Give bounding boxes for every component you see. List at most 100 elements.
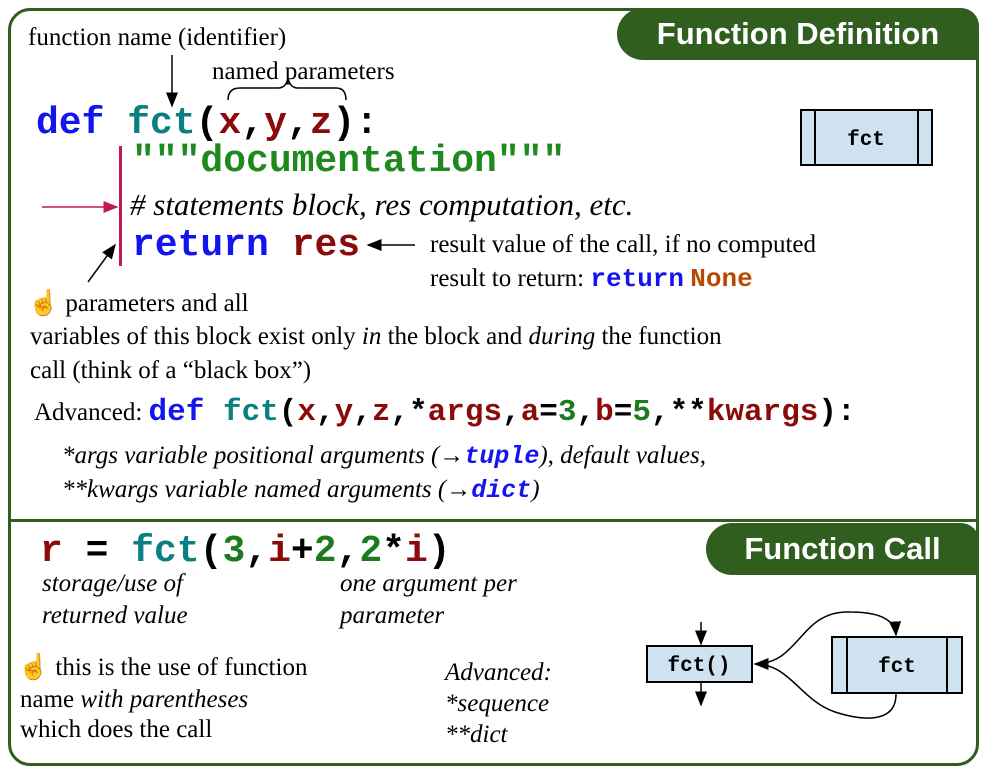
pointing-hand-icon: ☝	[18, 654, 50, 681]
advanced-def-line: Advanced: def fct(x,y,z,*args,a=3,b=5,**…	[34, 396, 856, 430]
argument-note-1: one argument per	[340, 570, 517, 597]
comma: ,	[316, 395, 335, 430]
advanced-call-label: Advanced:	[445, 659, 552, 686]
pointing-hand-icon: ☝	[28, 290, 60, 317]
text: the block and	[381, 323, 529, 350]
result-variable: r	[40, 530, 63, 573]
arg: 2	[313, 530, 337, 573]
call-note-line1: ☝ this is the use of function	[18, 654, 307, 682]
comma: ,	[336, 530, 360, 573]
call-note-line2: name with parentheses	[20, 686, 248, 714]
param-x: x	[218, 102, 242, 145]
advanced-dict: **dict	[445, 721, 508, 748]
function-name-label: function name (identifier)	[28, 24, 287, 51]
scope-note-line1: ☝ parameters and all	[28, 290, 249, 318]
param: kwargs	[706, 395, 819, 430]
advanced-label: Advanced:	[34, 399, 149, 426]
result-note-line1: result value of the call, if no computed	[430, 231, 816, 258]
result-note-line2: result to return: return None	[430, 265, 753, 293]
def-keyword: def	[36, 102, 105, 145]
paren-open: (	[199, 530, 223, 573]
called-function-box-label: fct	[878, 656, 916, 679]
return-keyword: return	[590, 264, 685, 294]
comma: ,	[286, 102, 310, 145]
argument-note-2: parameter	[340, 602, 445, 629]
scope-note-text: parameters and all	[65, 290, 249, 317]
none-keyword: None	[690, 264, 753, 294]
param: z	[371, 395, 391, 430]
paren-open: (	[278, 395, 298, 430]
assign: =	[62, 530, 132, 573]
named-parameters-label: named parameters	[212, 58, 395, 85]
return-value: res	[291, 224, 361, 267]
return-line: return res	[132, 226, 360, 266]
text: variables of this block exist only	[30, 323, 362, 350]
comma: ,	[650, 395, 670, 430]
plus: +	[290, 530, 314, 573]
equals: =	[539, 395, 558, 430]
default-value: 3	[557, 395, 577, 430]
statements-comment: # statements block, res computation, etc…	[130, 187, 634, 222]
paren-close: ):	[332, 102, 379, 145]
result-note-text: result to return:	[430, 265, 591, 292]
advanced-sequence: *sequence	[445, 690, 550, 717]
param-y: y	[264, 102, 287, 145]
tuple-keyword: tuple	[464, 442, 540, 471]
function-name: fct	[127, 102, 196, 145]
comma: ,	[390, 395, 410, 430]
text: **kwargs variable named arguments (→	[62, 476, 472, 503]
docstring: """documentation"""	[132, 140, 566, 183]
comma: ,	[241, 102, 265, 145]
comma: ,	[245, 530, 269, 573]
text: with parentheses	[80, 686, 249, 713]
double-star: **	[669, 395, 707, 430]
param-z: z	[309, 102, 333, 145]
call-line: r = fct(3,i+2,2*i)	[40, 532, 451, 572]
arg: 3	[222, 530, 246, 573]
call-box: fct()	[646, 622, 753, 707]
function-name: fct	[222, 395, 279, 430]
paren-close: )	[427, 530, 451, 573]
arg-var: i	[268, 530, 291, 573]
paren-close: ):	[818, 395, 856, 430]
text: ), default values,	[539, 442, 706, 469]
called-function-box: fct	[831, 636, 963, 694]
storage-note-2: returned value	[42, 602, 188, 629]
equals: =	[613, 395, 633, 430]
def-keyword: def	[148, 395, 205, 430]
return-keyword: return	[132, 224, 269, 267]
text: this is the use of function	[49, 654, 308, 681]
dict-keyword: dict	[471, 476, 532, 505]
param: a	[520, 395, 540, 430]
block-bar	[119, 146, 122, 266]
star: *	[409, 395, 428, 430]
scope-note-line3: call (think of a “black box”)	[30, 357, 312, 384]
call-box-label: fct()	[667, 655, 730, 678]
param: x	[297, 395, 316, 430]
scope-note-line2: variables of this block exist only in th…	[30, 323, 722, 351]
function-name: fct	[131, 530, 200, 573]
text: during	[528, 323, 596, 350]
text: the function	[595, 323, 722, 350]
text: name	[20, 686, 81, 713]
kwargs-note: **kwargs variable named arguments (→dict…	[62, 476, 540, 505]
text: in	[361, 323, 382, 350]
storage-note-1: storage/use of	[42, 570, 183, 597]
comma: ,	[576, 395, 596, 430]
param: y	[334, 395, 354, 430]
comma: ,	[353, 395, 372, 430]
param: b	[595, 395, 614, 430]
def-line: def fct(x,y,z):	[36, 104, 378, 144]
call-note-line3: which does the call	[20, 716, 213, 743]
arg: 2	[359, 530, 383, 573]
default-value: 5	[632, 395, 651, 430]
comma: ,	[502, 395, 521, 430]
text: )	[531, 476, 540, 503]
function-box: fct	[800, 109, 933, 166]
arg-var: i	[404, 530, 428, 573]
param: args	[427, 395, 503, 430]
args-note: *args variable positional arguments (→tu…	[62, 442, 706, 471]
paren-open: (	[195, 102, 219, 145]
scope-arrow	[87, 243, 116, 283]
times: *	[382, 530, 405, 573]
